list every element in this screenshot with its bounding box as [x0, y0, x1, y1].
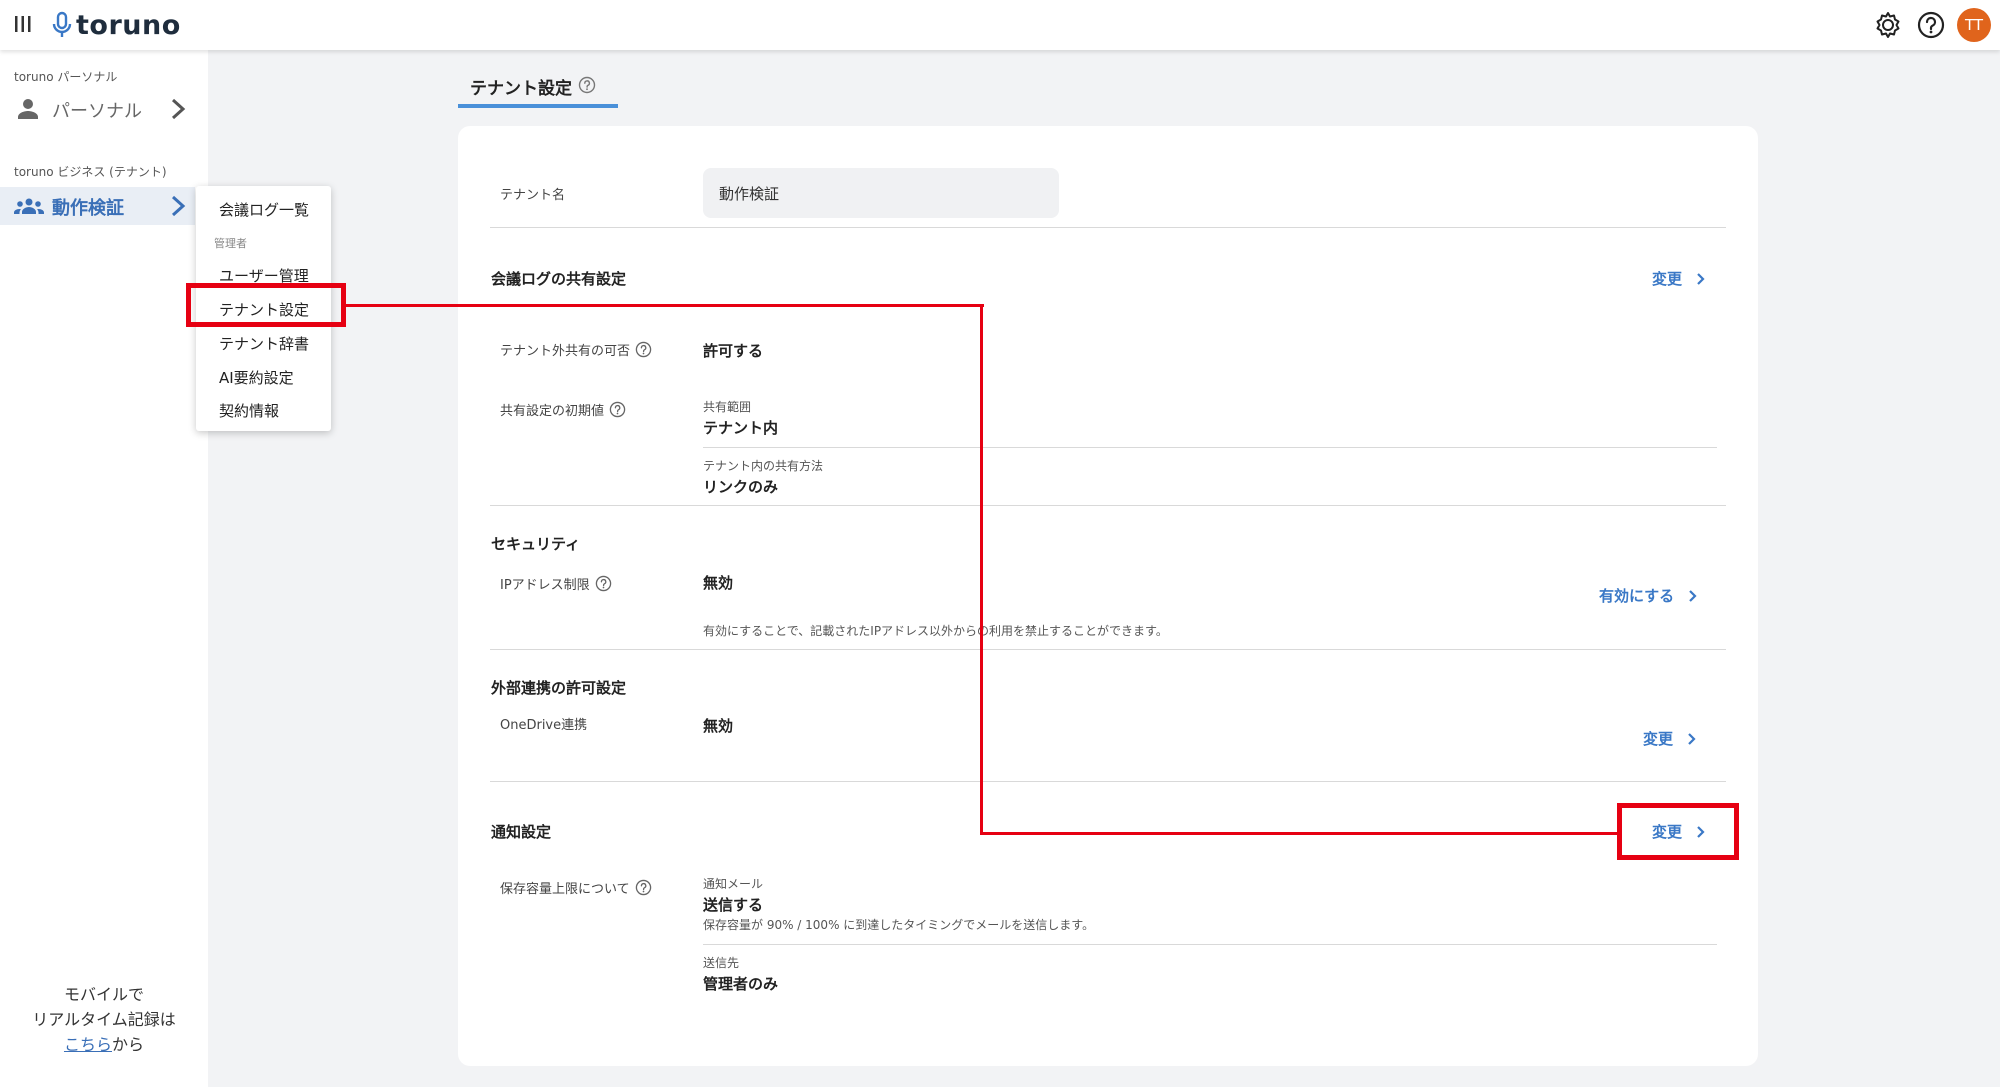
external-change-button[interactable]: 変更 [1643, 728, 1697, 749]
annotation-line [344, 304, 984, 307]
divider [703, 944, 1717, 945]
share-settings-title: 会議ログの共有設定 [491, 270, 627, 288]
divider [490, 505, 1726, 506]
annotation-line [980, 832, 1620, 835]
gear-icon[interactable] [1871, 8, 1905, 42]
mail-value: 送信する [703, 896, 764, 914]
group-icon [14, 198, 44, 214]
tenant-name-label: テナント名 [500, 188, 566, 203]
chevron-right-icon [171, 98, 186, 120]
tab-label: テナント設定 [470, 79, 572, 99]
mail-note: 保存容量が 90% / 100% に到達したタイミングでメールを送信します。 [703, 918, 1095, 932]
logo-text: toruno [76, 9, 181, 41]
share-method-label: テナント内の共有方法 [703, 459, 824, 473]
mail-label: 通知メール [703, 877, 764, 891]
toruno-logo[interactable]: toruno [52, 8, 181, 42]
destination-label: 送信先 [703, 956, 740, 970]
sidebar-item-business[interactable]: 動作検証 [0, 187, 195, 225]
settings-card: テナント名 動作検証 会議ログの共有設定 変更 テナント外共有の可否 許可する … [458, 126, 1758, 1066]
mic-icon [52, 11, 72, 37]
external-share-value: 許可する [703, 342, 764, 360]
share-scope-value: テナント内 [703, 419, 779, 437]
external-share-label: テナント外共有の可否 [500, 340, 652, 359]
business-section-label: toruno ビジネス (テナント) [14, 165, 167, 179]
help-icon[interactable] [635, 879, 652, 896]
mobile-note-line1: モバイルで [63, 985, 144, 1004]
chevron-right-icon [1688, 732, 1696, 745]
chevron-right-icon [171, 195, 186, 217]
storage-limit-label: 保存容量上限について [500, 878, 652, 897]
avatar[interactable]: TT [1957, 8, 1991, 42]
divider [490, 227, 1726, 228]
help-icon[interactable] [635, 341, 652, 358]
admin-label: 管理者 [214, 237, 247, 250]
enable-ip-restriction-button[interactable]: 有効にする [1599, 585, 1698, 606]
divider [703, 447, 1717, 448]
annotation-box-change [1617, 803, 1739, 860]
sidebar-item-label: 動作検証 [52, 198, 124, 219]
change-label: 変更 [1652, 270, 1683, 288]
top-header: toruno TT [0, 0, 2000, 50]
chevron-right-icon [1689, 589, 1697, 602]
mobile-note-suffix: から [112, 1035, 145, 1054]
ip-restriction-note: 有効にすることで、記載されたIPアドレス以外からの利用を禁止することができます。 [703, 624, 1168, 638]
label-text: 保存容量上限について [500, 882, 630, 897]
mobile-note: モバイルで リアルタイム記録は こちらから [0, 982, 208, 1057]
change-label: 変更 [1643, 730, 1674, 748]
menu-icon[interactable] [14, 13, 32, 35]
divider [490, 649, 1726, 650]
onedrive-label: OneDrive連携 [500, 718, 588, 733]
annotation-box-tenant-settings [186, 283, 346, 327]
label-text: 共有設定の初期値 [500, 404, 605, 419]
destination-value: 管理者のみ [703, 975, 779, 993]
person-icon [18, 99, 38, 119]
help-icon[interactable] [1914, 8, 1948, 42]
sidebar-item-label: パーソナル [52, 101, 142, 122]
mobile-note-link[interactable]: こちら [64, 1035, 112, 1054]
notification-title: 通知設定 [491, 823, 552, 841]
share-change-button[interactable]: 変更 [1652, 268, 1706, 289]
help-icon[interactable] [609, 401, 626, 418]
tab-tenant-settings[interactable]: テナント設定 [458, 70, 618, 108]
ip-restriction-label: IPアドレス制限 [500, 574, 612, 593]
enable-label: 有効にする [1599, 587, 1675, 605]
menu-item-contract-info[interactable]: 契約情報 [219, 400, 279, 421]
label-text: テナント外共有の可否 [500, 344, 631, 359]
help-icon[interactable] [595, 575, 612, 592]
menu-item-tenant-dictionary[interactable]: テナント辞書 [219, 333, 309, 354]
share-scope-label: 共有範囲 [703, 400, 752, 414]
onedrive-value: 無効 [703, 717, 734, 735]
share-method-value: リンクのみ [703, 478, 779, 496]
ip-restriction-value: 無効 [703, 574, 734, 592]
security-title: セキュリティ [491, 535, 581, 553]
chevron-right-icon [1697, 272, 1705, 285]
annotation-line [980, 304, 983, 835]
divider [490, 781, 1726, 782]
help-icon[interactable] [578, 76, 596, 94]
default-share-label: 共有設定の初期値 [500, 400, 626, 419]
menu-item-meeting-logs[interactable]: 会議ログ一覧 [219, 199, 309, 220]
label-text: IPアドレス制限 [500, 578, 590, 593]
personal-section-label: toruno パーソナル [14, 70, 118, 84]
sidebar: toruno パーソナル パーソナル toruno ビジネス (テナント) 動作… [0, 50, 208, 1087]
menu-item-ai-summary-settings[interactable]: AI要約設定 [219, 367, 294, 388]
tenant-name-field: 動作検証 [703, 168, 1059, 218]
sidebar-item-personal[interactable]: パーソナル [0, 90, 208, 128]
external-integration-title: 外部連携の許可設定 [491, 679, 627, 697]
mobile-note-line2: リアルタイム記録は [32, 1010, 176, 1029]
